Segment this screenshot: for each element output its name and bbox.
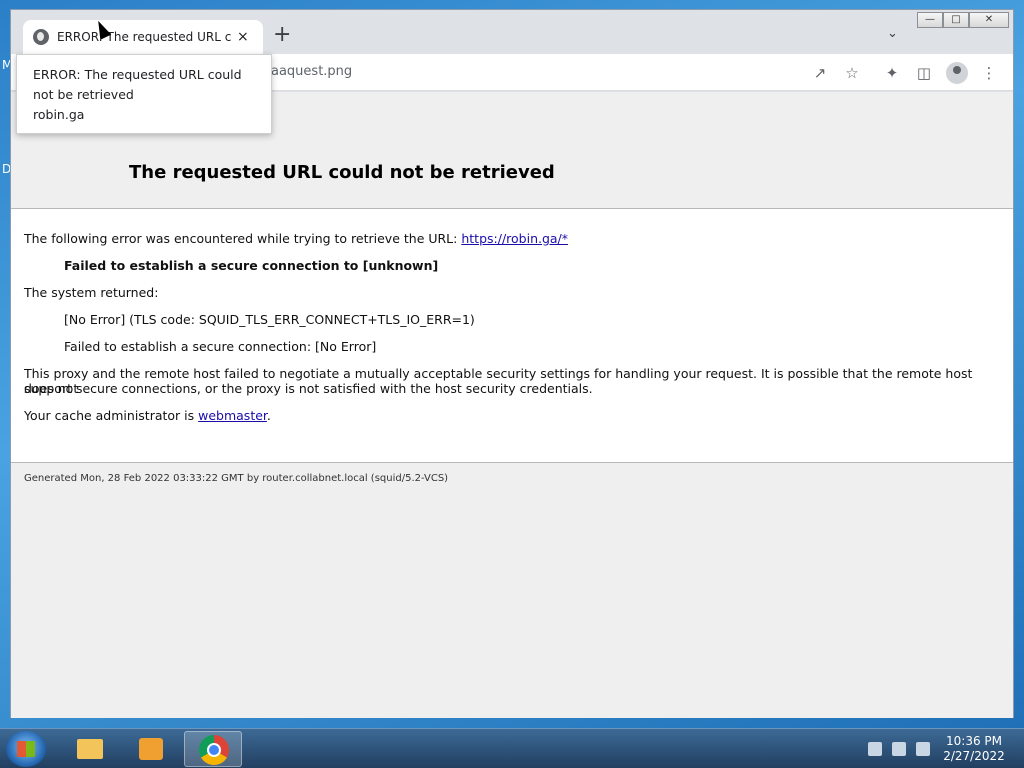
error-body: The following error was encountered whil… bbox=[11, 209, 1013, 462]
error-message: Failed to establish a secure connection … bbox=[64, 258, 439, 273]
close-window-button[interactable]: ✕ bbox=[969, 12, 1009, 28]
side-panel-icon[interactable]: ◫ bbox=[914, 63, 934, 83]
divider-bottom bbox=[11, 462, 1013, 463]
tooltip-host: robin.ga bbox=[33, 107, 85, 122]
page-content: ERROR The requested URL could not be ret… bbox=[11, 92, 1013, 718]
taskbar: 10:36 PM 2/27/2022 bbox=[0, 728, 1024, 768]
error-url-prefix: The following error was encountered whil… bbox=[24, 231, 462, 246]
error-url-line: The following error was encountered whil… bbox=[24, 231, 568, 246]
omnibox[interactable]: aaquest.png bbox=[271, 64, 352, 79]
generated-footer: Generated Mon, 28 Feb 2022 03:33:22 GMT … bbox=[24, 473, 449, 484]
explanation-line-2: support secure connections, or the proxy… bbox=[24, 381, 593, 396]
tls-code: [No Error] (TLS code: SQUID_TLS_ERR_CONN… bbox=[64, 312, 475, 327]
system-clock[interactable]: 10:36 PM 2/27/2022 bbox=[940, 734, 1008, 764]
clock-date: 2/27/2022 bbox=[943, 749, 1005, 763]
error-subheading: The requested URL could not be retrieved bbox=[129, 162, 555, 183]
system-returned-label: The system returned: bbox=[24, 285, 159, 300]
menu-kebab-icon[interactable]: ⋮ bbox=[979, 63, 999, 83]
new-tab-button[interactable]: + bbox=[273, 24, 291, 46]
secure-connection-failure: Failed to establish a secure connection:… bbox=[64, 339, 377, 354]
chrome-icon bbox=[199, 735, 229, 765]
tooltip-title: ERROR: The requested URL could not be re… bbox=[33, 67, 242, 102]
minimize-button[interactable]: — bbox=[917, 12, 943, 28]
tab-search-chevron-icon[interactable]: ⌄ bbox=[887, 26, 898, 41]
close-tab-icon[interactable]: × bbox=[237, 29, 249, 45]
globe-icon bbox=[33, 29, 49, 45]
bookmark-star-icon[interactable]: ☆ bbox=[842, 63, 862, 83]
volume-icon[interactable] bbox=[916, 742, 930, 756]
tab-active[interactable]: ERROR: The requested URL could not be re… bbox=[23, 20, 263, 54]
tab-title: ERROR: The requested URL could not be re… bbox=[57, 30, 231, 44]
tab-strip: ERROR: The requested URL could not be re… bbox=[11, 10, 1013, 54]
taskbar-media-player[interactable] bbox=[122, 731, 180, 767]
extensions-puzzle-icon[interactable]: ✦ bbox=[882, 63, 902, 83]
taskbar-explorer[interactable] bbox=[60, 731, 118, 767]
start-button[interactable] bbox=[6, 731, 46, 767]
webmaster-link[interactable]: webmaster bbox=[198, 408, 267, 423]
share-icon[interactable]: ↗ bbox=[810, 63, 830, 83]
network-icon[interactable] bbox=[892, 742, 906, 756]
clock-time: 10:36 PM bbox=[946, 734, 1002, 748]
profile-avatar-icon[interactable] bbox=[946, 62, 968, 84]
action-center-flag-icon[interactable] bbox=[868, 742, 882, 756]
folder-icon bbox=[77, 739, 103, 759]
admin-suffix: . bbox=[266, 408, 271, 423]
maximize-button[interactable]: □ bbox=[943, 12, 969, 28]
taskbar-chrome[interactable] bbox=[184, 731, 242, 767]
media-player-icon bbox=[139, 738, 163, 760]
tab-hover-tooltip: ERROR: The requested URL could not be re… bbox=[16, 54, 272, 134]
admin-line: Your cache administrator is webmaster. bbox=[24, 408, 271, 423]
admin-prefix: Your cache administrator is bbox=[24, 408, 199, 423]
error-url-link[interactable]: https://robin.ga/* bbox=[461, 231, 568, 246]
